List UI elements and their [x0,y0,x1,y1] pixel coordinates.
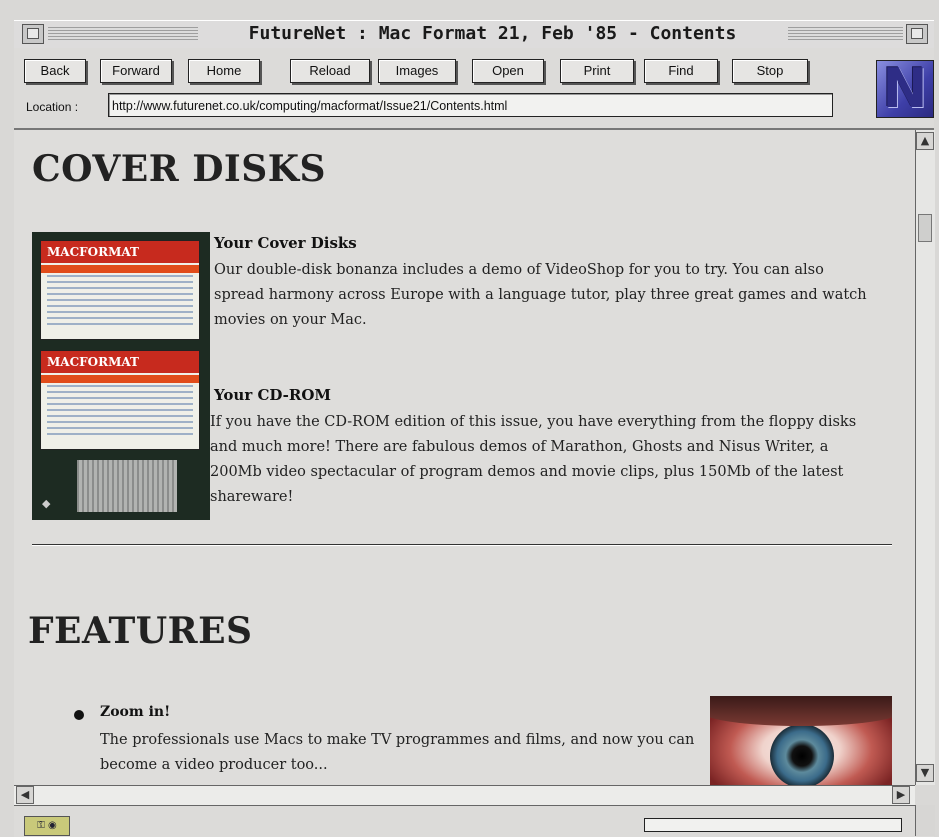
logo-letter: N [882,57,928,120]
scroll-left-icon[interactable]: ◀ [16,786,34,804]
scroll-right-icon[interactable]: ▶ [892,786,910,804]
disk-image-bottom: MACFORMAT [40,350,200,450]
disk-label: MACFORMAT [41,351,199,373]
features-heading: FEATURES [28,610,253,652]
back-button[interactable]: Back [24,59,86,83]
cover-disks-heading: COVER DISKS [32,148,327,190]
window-title-bar[interactable]: FutureNet : Mac Format 21, Feb '85 - Con… [14,20,934,49]
disk-band [41,265,199,273]
vertical-scroll-thumb[interactable] [918,214,932,242]
window-title: FutureNet : Mac Format 21, Feb '85 - Con… [200,22,785,46]
bullet-icon [74,710,84,720]
zoom-in-body: The professionals use Macs to make TV pr… [100,732,695,773]
scroll-down-icon[interactable]: ▼ [916,764,934,782]
stop-button[interactable]: Stop [732,59,808,83]
page-content: COVER DISKS MACFORMAT MACFORMAT ◆ Your C… [14,130,915,785]
horizontal-rule [32,544,892,545]
cover-disks-image: MACFORMAT MACFORMAT ◆ [32,232,210,520]
images-button[interactable]: Images [378,59,456,83]
zoom-in-link[interactable]: Zoom in! [100,704,170,720]
progress-bar [644,818,902,832]
location-input[interactable]: http://www.futurenet.co.uk/computing/mac… [108,93,833,117]
disk-lines [47,275,193,327]
cd-rom-item-title: Your CD-ROM [214,386,332,404]
disk-label: MACFORMAT [41,241,199,263]
cover-disks-item-title: Your Cover Disks [214,234,357,252]
print-button[interactable]: Print [560,59,634,83]
disk-band [41,375,199,383]
security-key-icon[interactable]: ⚿ ◉ [24,816,70,836]
home-button[interactable]: Home [188,59,260,83]
browser-toolbar: Back Forward Home Reload Images Open Pri… [14,48,934,130]
disk-lines [47,385,193,437]
title-bar-stripes [788,27,903,41]
forward-button[interactable]: Forward [100,59,172,83]
title-bar-stripes [48,27,198,41]
disk-corner-mark: ◆ [42,497,51,510]
status-bar: ⚿ ◉ [14,805,934,837]
location-label: Location : [26,100,79,114]
horizontal-scrollbar[interactable]: ◀ ▶ [14,785,915,805]
find-button[interactable]: Find [644,59,718,83]
zoom-box-icon[interactable] [906,24,928,44]
disk-image-top: MACFORMAT [40,240,200,340]
open-button[interactable]: Open [472,59,544,83]
disk-shutter [77,460,177,512]
reload-button[interactable]: Reload [290,59,370,83]
resize-grip-icon[interactable] [915,805,935,836]
cd-rom-item-body: If you have the CD-ROM edition of this i… [210,414,857,505]
netscape-logo[interactable]: N [876,57,934,120]
eye-image[interactable] [710,696,892,785]
close-box-icon[interactable] [22,24,44,44]
vertical-scrollbar[interactable]: ▲ ▼ [915,130,935,785]
cover-disks-item-body: Our double-disk bonanza includes a demo … [214,262,867,328]
scroll-up-icon[interactable]: ▲ [916,132,934,150]
